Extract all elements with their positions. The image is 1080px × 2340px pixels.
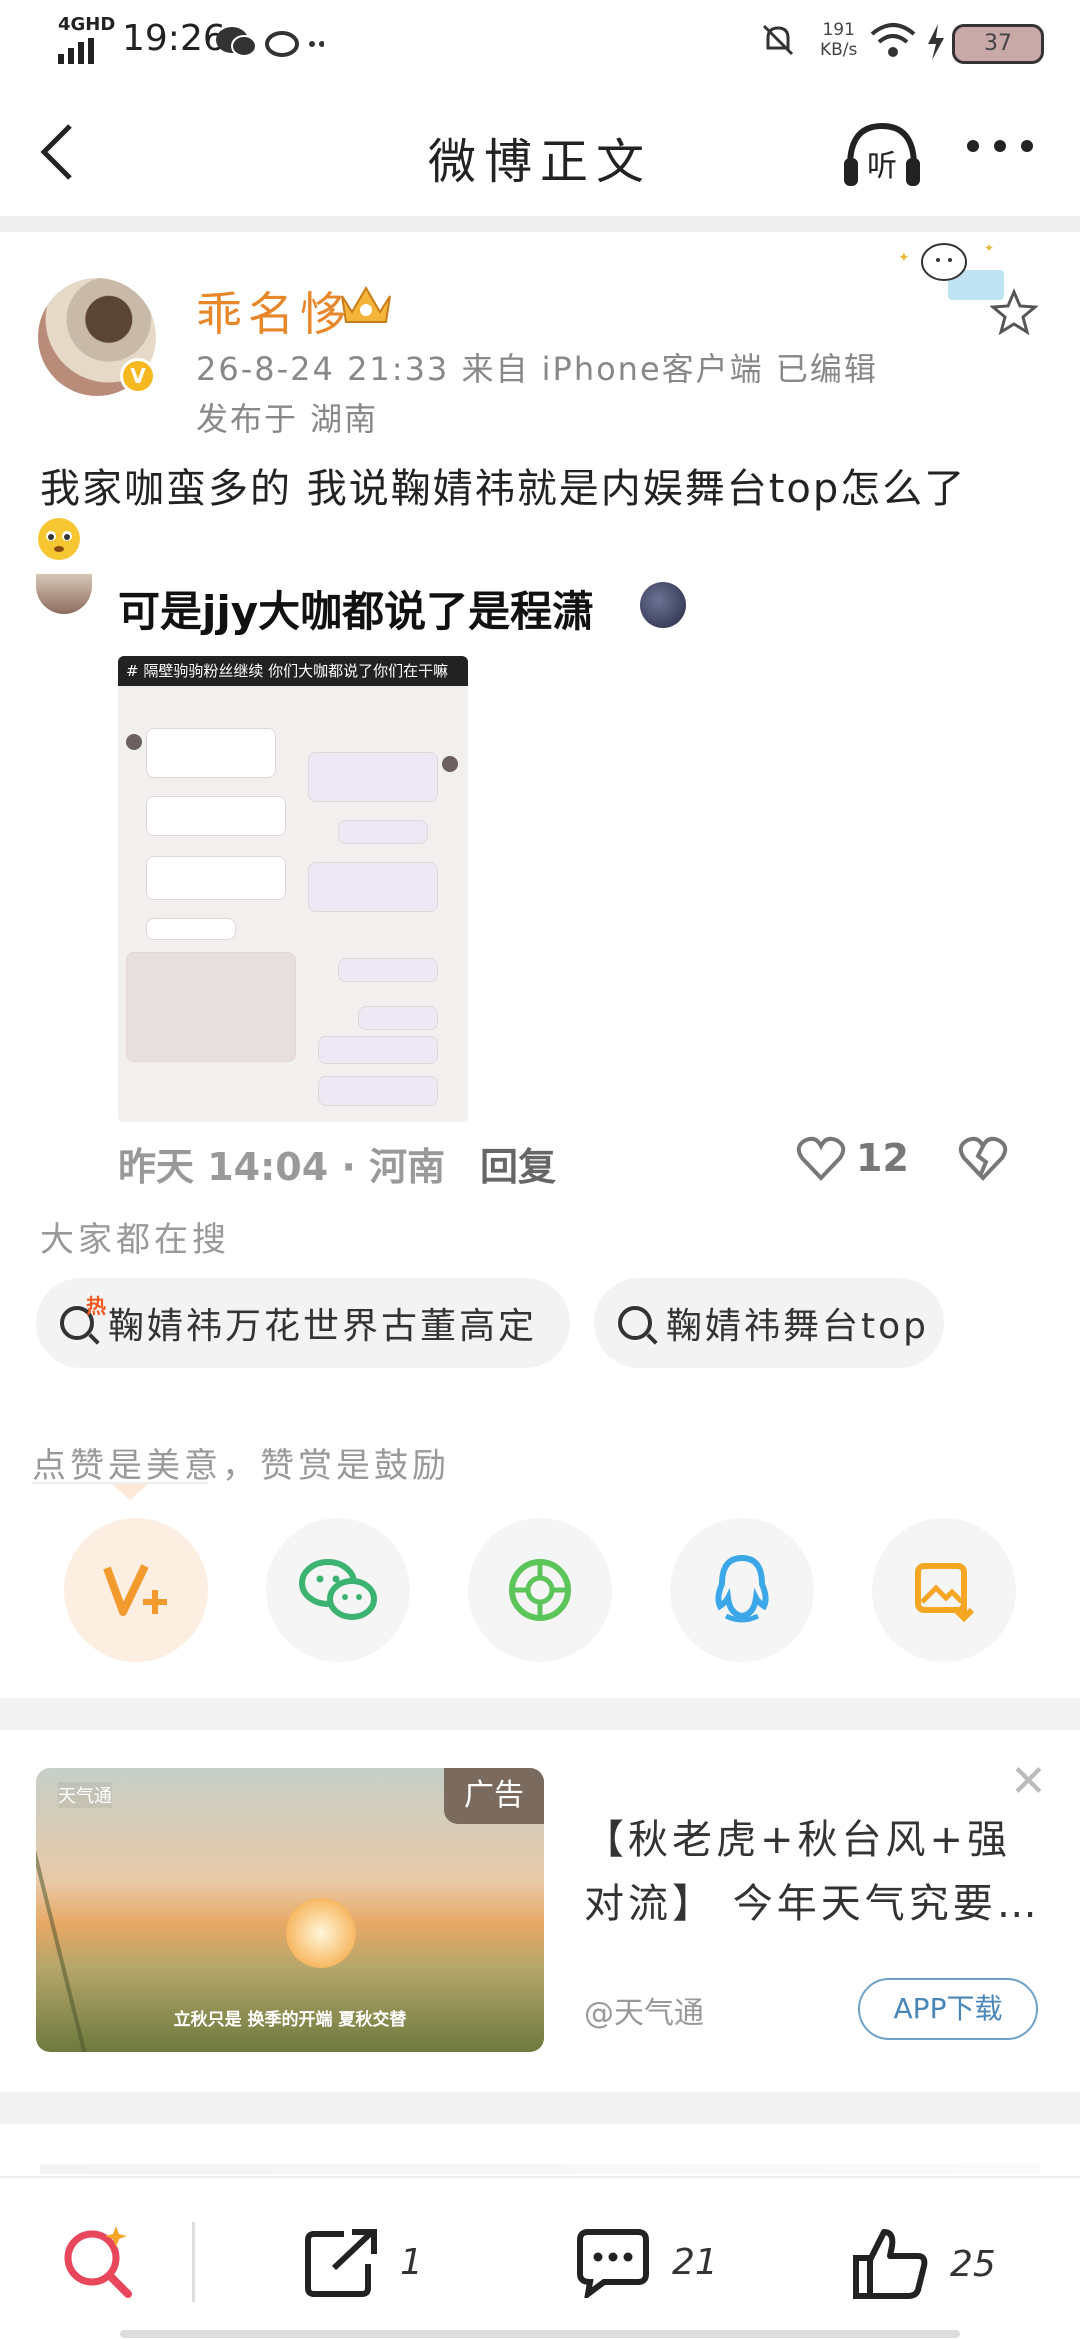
ad-title[interactable]: 【秋老虎+秋台风+强对流】 今年天气究要… [584,1808,1044,1936]
screenshot-caption: # 隔壁驹驹粉丝继续 你们大咖都说了你们在干嘛 [118,656,468,686]
comment-icon [577,2229,649,2298]
clock: 19:26 [122,18,226,59]
mute-icon [762,24,794,56]
comment-count: 21 [672,2241,718,2283]
faded-row [40,2164,1040,2174]
comment-time-location: 昨天 14:04 · 河南 [118,1145,446,1189]
speed-value: 191 [822,20,855,40]
search-icon [618,1306,652,1340]
header-divider [0,216,1080,232]
comment-like-count: 12 [856,1136,909,1180]
tip-pointer [112,1484,148,1500]
chat-screenshot-image[interactable]: # 隔壁驹驹粉丝继续 你们大咖都说了你们在干嘛 [118,656,468,1122]
chip-label: 鞠婧祎万花世界古董高定 [108,1306,538,1347]
network-type: 4GHD [58,14,116,35]
reward-v-plus-button[interactable] [64,1518,208,1662]
qq-icon [715,1554,769,1623]
hot-search-chip[interactable]: 鞠婧祎舞台top [594,1278,944,1368]
wifi-icon [870,23,916,57]
ad-logo: 天气通 [58,1782,112,1808]
save-image-button[interactable] [872,1518,1016,1662]
more-icon[interactable] [965,136,1035,156]
share-wechat-button[interactable] [266,1518,410,1662]
post-location: 发布于 湖南 [196,400,379,438]
fan-crown-icon [341,286,391,323]
battery-level: 37 [984,31,1012,56]
share-button[interactable]: 1 [304,2226,423,2298]
battery-icon: 37 [952,24,1044,64]
share-moments-button[interactable] [468,1518,612,1662]
dislike-heart-icon[interactable] [958,1136,1008,1182]
ad-image[interactable]: 天气通 广告 立秋只是 换季的开端 夏秋交替 [36,1768,544,2052]
verified-badge-icon: V [120,358,156,394]
thumbs-up-icon [853,2229,928,2299]
signal-icon [58,38,94,64]
share-count: 1 [400,2241,423,2283]
sun-graphic [286,1898,356,1968]
share-qq-button[interactable] [670,1518,814,1662]
repost-text: 可是jjy大咖都说了是程潇 [118,587,595,636]
speed-unit: KB/s [820,40,858,60]
author-name[interactable]: 乖名恀 [196,278,352,344]
like-count: 25 [950,2243,996,2285]
moon-emoji-icon [640,582,686,628]
share-icon [305,2229,377,2297]
search-icon[interactable] [58,2222,138,2302]
listen-button[interactable]: 听 [840,118,924,192]
section-divider [0,1698,1080,1730]
pleading-face-emoji-icon [38,518,80,560]
moments-icon [509,1559,571,1621]
svg-text:✦: ✦ [984,241,994,255]
top-nav: 微博正文 听 [0,92,1080,212]
notification-icons [216,27,324,57]
listen-label: 听 [867,149,897,184]
hot-search-heading: 大家都在搜 [40,1220,230,1260]
section-divider [0,2092,1080,2124]
save-image-icon [915,1563,975,1622]
app-download-button[interactable]: APP下载 [858,1978,1038,2040]
like-button[interactable]: 25 [852,2226,996,2302]
close-icon[interactable]: ✕ [1010,1760,1047,1804]
toolbar-separator [192,2222,195,2302]
reply-button[interactable]: 回复 [480,1136,556,1191]
chip-label: 鞠婧祎舞台top [666,1306,929,1347]
wechat-icon [299,1559,377,1620]
comment-avatar[interactable] [36,574,92,614]
comment-button[interactable]: 21 [574,2226,718,2298]
reward-tip: 点赞是美意，赞赏是鼓励 [32,1446,450,1486]
ad-badge: 广告 [444,1768,544,1824]
svg-text:✦: ✦ [898,250,910,266]
v-plus-icon [103,1564,167,1616]
gesture-bar [120,2330,960,2338]
favorite-star-icon[interactable] [990,288,1038,336]
charging-icon [928,24,944,60]
ad-source: @天气通 [584,1996,704,2031]
ad-image-caption: 立秋只是 换季的开端 夏秋交替 [173,2010,407,2030]
post-text: 我家咖蛮多的 我说鞠婧祎就是内娱舞台top怎么了 [40,466,967,512]
hot-tag: 热 [86,1294,109,1318]
network-speed: 191 KB/s [820,20,857,60]
bottom-toolbar: 1 21 25 [0,2176,1080,2340]
heart-icon[interactable] [796,1136,846,1182]
status-bar: 4GHD 19:26 191 KB/s 37 [0,0,1080,80]
hot-search-chip[interactable]: 热 鞠婧祎万花世界古董高定 [36,1278,570,1368]
post-meta: 26-8-24 21:33 来自 iPhone客户端 已编辑 [196,350,878,388]
